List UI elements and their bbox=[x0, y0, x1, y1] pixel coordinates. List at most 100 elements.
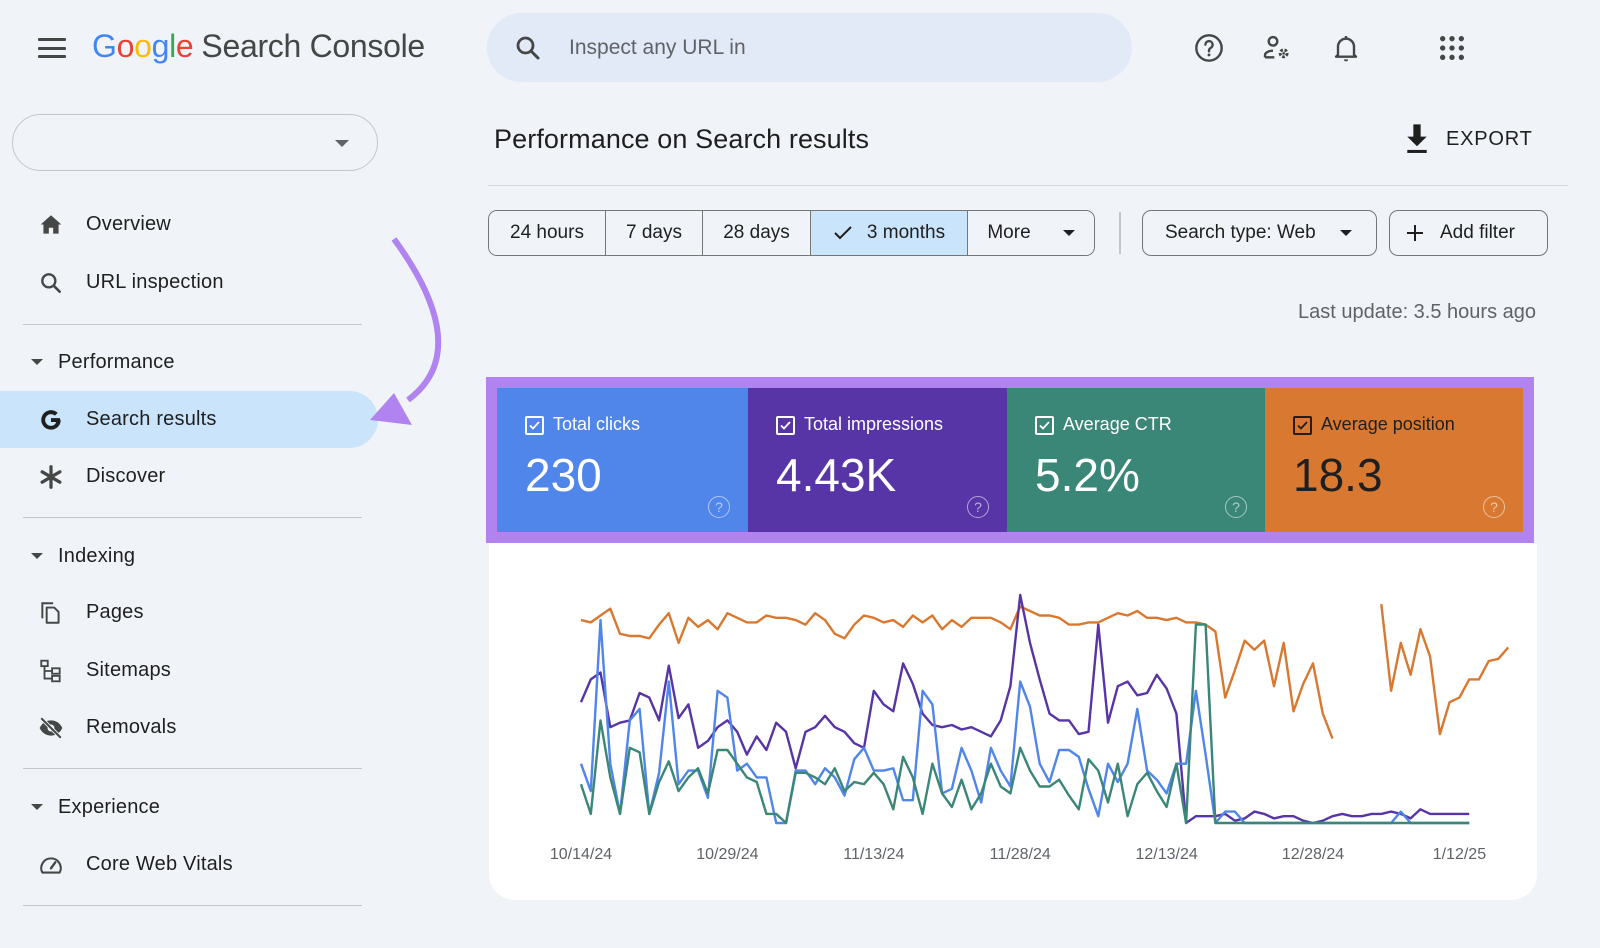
collapse-arrow-icon bbox=[31, 804, 43, 810]
metric-name: Total clicks bbox=[553, 414, 641, 434]
sidebar-section-experience[interactable]: Experience bbox=[0, 785, 378, 829]
x-tick-label: 11/28/24 bbox=[990, 846, 1051, 863]
sidebar-item-url-inspection[interactable]: URL inspection bbox=[0, 254, 378, 311]
url-inspection-input[interactable] bbox=[569, 35, 1069, 60]
sidebar-item-core-web-vitals[interactable]: Core Web Vitals bbox=[0, 836, 378, 893]
sidebar-item-label: Sitemaps bbox=[86, 659, 171, 681]
export-label: EXPORT bbox=[1446, 127, 1533, 150]
metric-name: Average position bbox=[1321, 414, 1455, 434]
sidebar-divider bbox=[23, 517, 362, 518]
help-button[interactable] bbox=[1189, 28, 1229, 68]
metric-name: Total impressions bbox=[804, 414, 944, 434]
visibility-off-icon bbox=[36, 713, 66, 743]
performance-chart-svg: 10/14/24 10/29/24 11/13/24 11/28/24 12/13/24… bbox=[550, 593, 1510, 863]
sidebar-item-removals[interactable]: Removals bbox=[0, 699, 378, 756]
chevron-down-icon bbox=[1062, 230, 1075, 236]
sidebar-item-sitemaps[interactable]: Sitemaps bbox=[0, 642, 378, 699]
manage-users-icon bbox=[1263, 35, 1289, 59]
date-range-label: More bbox=[987, 222, 1031, 243]
x-tick-label: 11/13/24 bbox=[843, 846, 904, 863]
metric-name: Average CTR bbox=[1063, 414, 1172, 434]
main-menu-button[interactable] bbox=[38, 38, 66, 58]
metric-value: 18.3 bbox=[1293, 449, 1383, 501]
apps-button[interactable] bbox=[1432, 28, 1472, 68]
metric-value: 4.43K bbox=[776, 449, 897, 501]
add-filter-button[interactable]: Add filter bbox=[1389, 210, 1548, 256]
collapse-arrow-icon bbox=[31, 553, 43, 559]
menu-bar bbox=[38, 55, 66, 58]
collapse-arrow-icon bbox=[31, 359, 43, 365]
sidebar-divider bbox=[23, 905, 362, 906]
logo-letter: l bbox=[169, 28, 176, 64]
sidebar-item-pages[interactable]: Pages bbox=[0, 584, 378, 641]
sidebar-section-indexing[interactable]: Indexing bbox=[0, 534, 378, 578]
metric-card-average-position[interactable]: Average position 18.3 ? bbox=[1265, 388, 1523, 532]
sidebar-section-performance[interactable]: Performance bbox=[0, 340, 378, 384]
title-divider bbox=[488, 185, 1568, 186]
sidebar-section-label: Indexing bbox=[58, 544, 136, 567]
menu-bar bbox=[38, 38, 66, 41]
sidebar-item-discover[interactable]: Discover bbox=[0, 448, 378, 505]
metric-card-total-clicks[interactable]: Total clicks 230 ? bbox=[497, 388, 748, 532]
sidebar-item-label: URL inspection bbox=[86, 271, 224, 293]
help-icon[interactable]: ? bbox=[1225, 496, 1247, 518]
x-tick-label: 10/29/24 bbox=[696, 846, 758, 863]
chevron-down-icon bbox=[1339, 230, 1352, 236]
metric-card-average-ctr[interactable]: Average CTR 5.2% ? bbox=[1007, 388, 1265, 532]
sidebar-item-label: Overview bbox=[86, 213, 171, 235]
x-tick-label: 12/28/24 bbox=[1282, 846, 1344, 863]
checkbox-checked-icon[interactable] bbox=[525, 416, 544, 435]
sidebar-item-label: Pages bbox=[86, 601, 144, 623]
last-update-text: Last update: 3.5 hours ago bbox=[1298, 301, 1536, 323]
date-range-selector: 24 hours 7 days 28 days 3 months More bbox=[488, 210, 1095, 256]
sidebar-item-overview[interactable]: Overview bbox=[0, 196, 378, 253]
metric-card-total-impressions[interactable]: Total impressions 4.43K ? bbox=[748, 388, 1007, 532]
series-line-total-impressions bbox=[579, 593, 1470, 825]
sidebar-item-label: Removals bbox=[86, 716, 177, 738]
checkbox-checked-icon[interactable] bbox=[1035, 416, 1054, 435]
export-button[interactable]: EXPORT bbox=[1402, 122, 1533, 156]
x-tick-label: 12/13/24 bbox=[1135, 846, 1197, 863]
sidebar-item-label: Core Web Vitals bbox=[86, 853, 233, 875]
search-type-filter[interactable]: Search type: Web bbox=[1142, 210, 1377, 256]
help-icon[interactable]: ? bbox=[1483, 496, 1505, 518]
checkbox-checked-icon[interactable] bbox=[1293, 416, 1312, 435]
sitemap-icon bbox=[36, 656, 66, 686]
page-title: Performance on Search results bbox=[494, 124, 870, 154]
sidebar-item-search-results[interactable]: Search results bbox=[0, 391, 378, 448]
help-icon[interactable]: ? bbox=[708, 496, 730, 518]
metric-value: 230 bbox=[525, 449, 602, 501]
speed-gauge-icon bbox=[36, 850, 66, 880]
product-name: Search Console bbox=[201, 28, 425, 64]
sidebar-item-label: Search results bbox=[86, 408, 217, 430]
metric-value: 5.2% bbox=[1035, 449, 1140, 501]
plus-icon bbox=[1407, 225, 1423, 241]
sidebar-item-label: Discover bbox=[86, 465, 166, 487]
asterisk-icon bbox=[36, 462, 66, 492]
search-icon bbox=[516, 36, 540, 59]
notifications-button[interactable] bbox=[1326, 28, 1366, 68]
date-range-label: 3 months bbox=[866, 222, 946, 243]
app-logo[interactable]: Google Search Console bbox=[92, 28, 425, 65]
search-icon bbox=[36, 268, 66, 298]
sidebar-divider bbox=[23, 324, 362, 325]
checkbox-checked-icon[interactable] bbox=[776, 416, 795, 435]
home-icon bbox=[36, 210, 66, 240]
download-icon bbox=[1407, 124, 1427, 153]
sidebar-divider bbox=[23, 768, 362, 769]
performance-chart: 10/14/24 10/29/24 11/13/24 11/28/24 12/13/24… bbox=[489, 543, 1537, 900]
date-range-24-hours[interactable]: 24 hours bbox=[489, 211, 606, 255]
url-inspection-search[interactable] bbox=[487, 13, 1132, 82]
property-selector[interactable] bbox=[12, 114, 378, 171]
date-range-28-days[interactable]: 28 days bbox=[703, 211, 811, 255]
logo-letter: o bbox=[116, 28, 135, 64]
date-range-7-days[interactable]: 7 days bbox=[606, 211, 703, 255]
help-icon[interactable]: ? bbox=[967, 496, 989, 518]
date-range-3-months[interactable]: 3 months bbox=[811, 211, 968, 255]
date-range-label: 24 hours bbox=[510, 222, 584, 243]
date-range-more[interactable]: More bbox=[968, 211, 1094, 255]
sidebar-section-label: Performance bbox=[58, 350, 175, 373]
logo-letter: g bbox=[151, 28, 170, 64]
manage-users-button[interactable] bbox=[1257, 28, 1297, 68]
check-icon bbox=[834, 226, 852, 240]
